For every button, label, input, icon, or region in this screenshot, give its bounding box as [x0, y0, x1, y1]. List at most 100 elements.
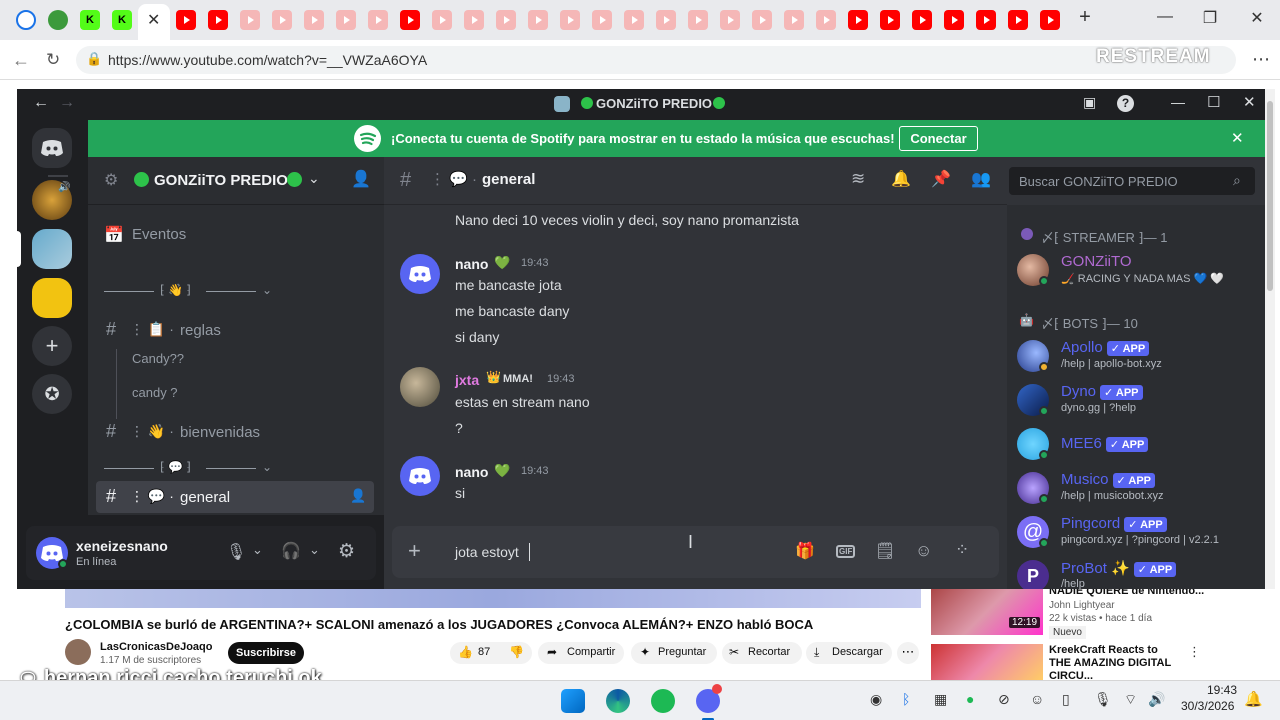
message-avatar[interactable] [400, 254, 440, 294]
notification-bell-icon[interactable]: 🔔 [1244, 690, 1263, 708]
dislike-icon[interactable]: 👎 [509, 645, 524, 659]
message-author[interactable]: nano [455, 464, 488, 480]
pin-icon[interactable]: 📌 [931, 169, 951, 189]
wifi-icon[interactable]: ⌔ [1124, 691, 1137, 709]
kick-tab-icon[interactable]: K [112, 10, 132, 30]
microphone-icon[interactable]: 🎙 [226, 542, 246, 562]
like-icon[interactable]: 👍 [458, 645, 473, 659]
youtube-tab-icon[interactable] [880, 10, 900, 30]
thread-item[interactable]: Candy?? [132, 351, 184, 366]
chevron-down-icon[interactable]: ⌄ [252, 542, 263, 558]
member-item[interactable]: P ProBot ✨ ✓ APP /help [1017, 556, 1257, 589]
youtube-tab-icon[interactable] [944, 10, 964, 30]
youtube-tab-icon[interactable] [688, 10, 708, 30]
clock-date[interactable]: 30/3/2026 [1181, 699, 1234, 713]
youtube-tab-icon[interactable] [848, 10, 868, 30]
active-tab[interactable]: ✕ [138, 4, 170, 40]
invite-icon[interactable]: 👤 [351, 169, 371, 189]
close-banner-icon[interactable]: ✕ [1231, 129, 1244, 147]
close-icon[interactable]: ✕ [1243, 93, 1256, 111]
emoji-icon[interactable]: ☺ [915, 541, 932, 561]
youtube-tab-icon[interactable] [784, 10, 804, 30]
spotify-taskbar-icon[interactable] [651, 689, 675, 713]
server-icon[interactable] [32, 229, 72, 269]
spotify-tray-icon[interactable]: ● [966, 691, 974, 707]
youtube-tab-icon[interactable] [528, 10, 548, 30]
browser-icon[interactable] [16, 10, 36, 30]
upload-plus-icon[interactable]: + [408, 538, 421, 564]
thread-item[interactable]: candy ? [132, 385, 178, 400]
restore-icon[interactable]: ❐ [1195, 8, 1225, 28]
back-icon[interactable]: ← [12, 50, 30, 71]
more-options-icon[interactable]: ⋮ [1188, 644, 1201, 660]
youtube-tab-icon[interactable] [816, 10, 836, 30]
youtube-tab-icon[interactable] [592, 10, 612, 30]
page-scrollbar[interactable] [1265, 89, 1275, 589]
member-item[interactable]: @ Pingcord ✓ APP pingcord.xyz | ?pingcord… [1017, 512, 1257, 552]
maximize-icon[interactable]: ☐ [1207, 93, 1220, 111]
chevron-down-icon[interactable]: ⌄ [309, 542, 320, 558]
recommended-title[interactable]: KreekCraft Reacts to THE AMAZING DIGITAL… [1049, 644, 1179, 683]
youtube-tab-icon[interactable] [208, 10, 228, 30]
message-author[interactable]: nano [455, 256, 488, 272]
youtube-tab-icon[interactable] [304, 10, 324, 30]
bell-icon[interactable]: 🔔 [891, 169, 911, 189]
youtube-tab-icon[interactable] [432, 10, 452, 30]
apps-icon[interactable]: ⁘ [955, 540, 969, 560]
youtube-tab-icon[interactable] [368, 10, 388, 30]
gif-icon[interactable]: GIF [836, 545, 856, 558]
message-avatar[interactable] [400, 456, 440, 496]
youtube-tab-icon[interactable] [464, 10, 484, 30]
usb-icon[interactable]: ▯ [1062, 691, 1070, 708]
member-item[interactable]: Dyno ✓ APP dyno.gg | ?help [1017, 380, 1257, 420]
member-item[interactable]: Musico ✓ APP /help | musicobot.xyz [1017, 468, 1257, 508]
scrollbar-thumb[interactable] [1267, 101, 1273, 291]
bluetooth-icon[interactable]: ᛒ [902, 691, 910, 707]
help-icon[interactable]: ? [1117, 95, 1134, 112]
tray-icon[interactable]: ▦ [934, 691, 947, 708]
settings-gear-icon[interactable]: ⚙ [338, 540, 355, 563]
channel-item-reglas[interactable]: # ⋮ 📋 · reglas [96, 314, 374, 346]
more-actions-icon[interactable]: ⋯ [897, 642, 919, 664]
youtube-tab-icon[interactable] [1040, 10, 1060, 30]
volume-icon[interactable]: 🔊 [1148, 691, 1165, 708]
forward-arrow-icon[interactable]: → [59, 94, 75, 112]
channel-name[interactable]: LasCronicasDeJoaqo [100, 641, 212, 653]
video-player-edge[interactable] [65, 586, 921, 608]
youtube-tab-icon[interactable] [624, 10, 644, 30]
inbox-icon[interactable]: ▣ [1083, 94, 1096, 111]
youtube-tab-icon[interactable] [656, 10, 676, 30]
youtube-tab-icon[interactable] [560, 10, 580, 30]
tray-icon[interactable]: ⊘ [998, 691, 1010, 708]
youtube-tab-icon[interactable] [496, 10, 516, 30]
message-input[interactable]: jota estoyt [455, 544, 519, 560]
server-icon[interactable] [32, 278, 72, 318]
youtube-tab-icon[interactable] [976, 10, 996, 30]
windows-start-icon[interactable] [561, 689, 585, 713]
minimize-icon[interactable]: — [1171, 94, 1185, 110]
youtube-tab-icon[interactable] [400, 10, 420, 30]
youtube-tab-icon[interactable] [912, 10, 932, 30]
gift-icon[interactable]: 🎁 [795, 541, 815, 561]
tray-icon[interactable]: ◉ [870, 691, 882, 708]
close-tab-icon[interactable]: ✕ [147, 10, 160, 30]
headphones-icon[interactable]: 🎧 [281, 541, 301, 561]
youtube-tab-icon[interactable] [720, 10, 740, 30]
member-item[interactable]: MEE6 ✓ APP [1017, 424, 1257, 464]
connect-button[interactable]: Conectar [899, 126, 978, 151]
back-arrow-icon[interactable]: ← [33, 94, 49, 112]
reload-icon[interactable]: ↻ [46, 50, 60, 70]
message-avatar[interactable] [400, 367, 440, 407]
channel-avatar[interactable] [65, 639, 91, 665]
tab-icon[interactable] [48, 10, 68, 30]
edge-icon[interactable] [606, 689, 630, 713]
minimize-icon[interactable]: — [1150, 8, 1180, 26]
youtube-tab-icon[interactable] [272, 10, 292, 30]
member-item[interactable]: GONZiiTO 🏒 RACING Y NADA MAS 💙 🤍 [1017, 250, 1257, 290]
menu-icon[interactable]: ⋯ [1252, 49, 1270, 70]
new-tab-icon[interactable]: + [1070, 6, 1100, 29]
add-server-icon[interactable]: + [32, 326, 72, 366]
youtube-tab-icon[interactable] [240, 10, 260, 30]
discord-tray-icon[interactable]: ☺ [1030, 691, 1044, 707]
members-icon[interactable]: 👥 [971, 169, 991, 189]
